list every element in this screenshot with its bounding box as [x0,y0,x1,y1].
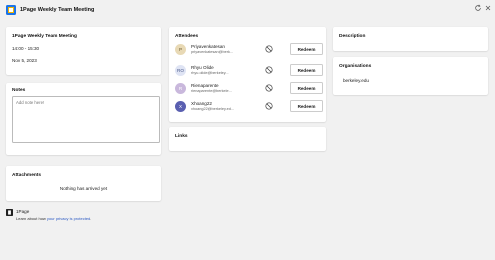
footer-text-suffix: . [90,216,92,221]
redeem-button[interactable]: Redeem [290,43,323,55]
meeting-date: Nov 5, 2023 [12,58,37,63]
attendee-row: P Priyavenkatesan priyavenkatesan@berk..… [175,43,323,58]
notes-title: Notes [12,88,26,93]
attendee-row: RO Rhyu Olide rhyu.olide@berkeley... Red… [175,64,323,79]
attendee-email: rienaparente@berkele... [191,89,232,93]
refresh-icon[interactable] [474,4,482,12]
meeting-time: 14:00 - 15:30 [12,46,40,51]
attachments-empty-text: Nothing has arrived yet [59,186,108,191]
attendee-email: xhoang22@berkeley.ed... [191,107,235,111]
block-icon[interactable] [265,66,273,74]
avatar: X [175,101,186,112]
footer-privacy-text: Learn about how your privacy is protecte… [16,216,91,221]
top-bar: 1Page Weekly Team Meeting [0,0,495,22]
attachments-title: Attachments [12,173,42,178]
meeting-info-card: 1Page Weekly Team Meeting 14:00 - 15:30 … [6,27,161,75]
app-logo-icon [6,5,16,15]
organisation-item: berkeley.edu [343,78,369,83]
attendee-row: X Xhoang22 xhoang22@berkeley.ed... Redee… [175,100,323,115]
attendee-name: Xhoang22 [191,101,212,106]
footer-title: 1Page [16,209,30,214]
footer-logo-icon [6,209,13,216]
redeem-button[interactable]: Redeem [290,82,323,94]
attendee-row: R Rienaparente rienaparente@berkele... R… [175,82,323,97]
attendee-email: priyavenkatesan@berk... [191,50,234,54]
window-title: 1Page Weekly Team Meeting [20,7,95,13]
footer-text-prefix: Learn about how [16,216,47,221]
description-card: Description [333,27,488,51]
block-icon[interactable] [265,45,273,53]
description-title: Description [339,34,366,39]
notes-card: Notes [6,83,161,155]
attendee-name: Rienaparente [191,83,219,88]
avatar: R [175,83,186,94]
block-icon[interactable] [265,84,273,92]
links-card: Links [169,127,326,151]
attachments-card: Attachments Nothing has arrived yet [6,166,161,201]
redeem-button[interactable]: Redeem [290,100,323,112]
avatar: RO [175,65,186,76]
organisations-title: Organisations [339,64,372,69]
avatar: P [175,44,186,55]
block-icon[interactable] [265,102,273,110]
meeting-title: 1Page Weekly Team Meeting [12,34,77,39]
close-icon[interactable] [484,4,492,12]
notes-input[interactable] [12,96,160,143]
redeem-button[interactable]: Redeem [290,64,323,76]
privacy-link[interactable]: your privacy is protected [47,216,90,221]
attendee-name: Priyavenkatesan [191,44,225,49]
organisations-card: Organisations berkeley.edu [333,57,488,95]
attendee-email: rhyu.olide@berkeley... [191,71,229,75]
links-title: Links [175,134,188,139]
attendees-card: Attendees P Priyavenkatesan priyavenkate… [169,27,326,122]
attendees-title: Attendees [175,34,199,39]
attendee-name: Rhyu Olide [191,65,214,70]
